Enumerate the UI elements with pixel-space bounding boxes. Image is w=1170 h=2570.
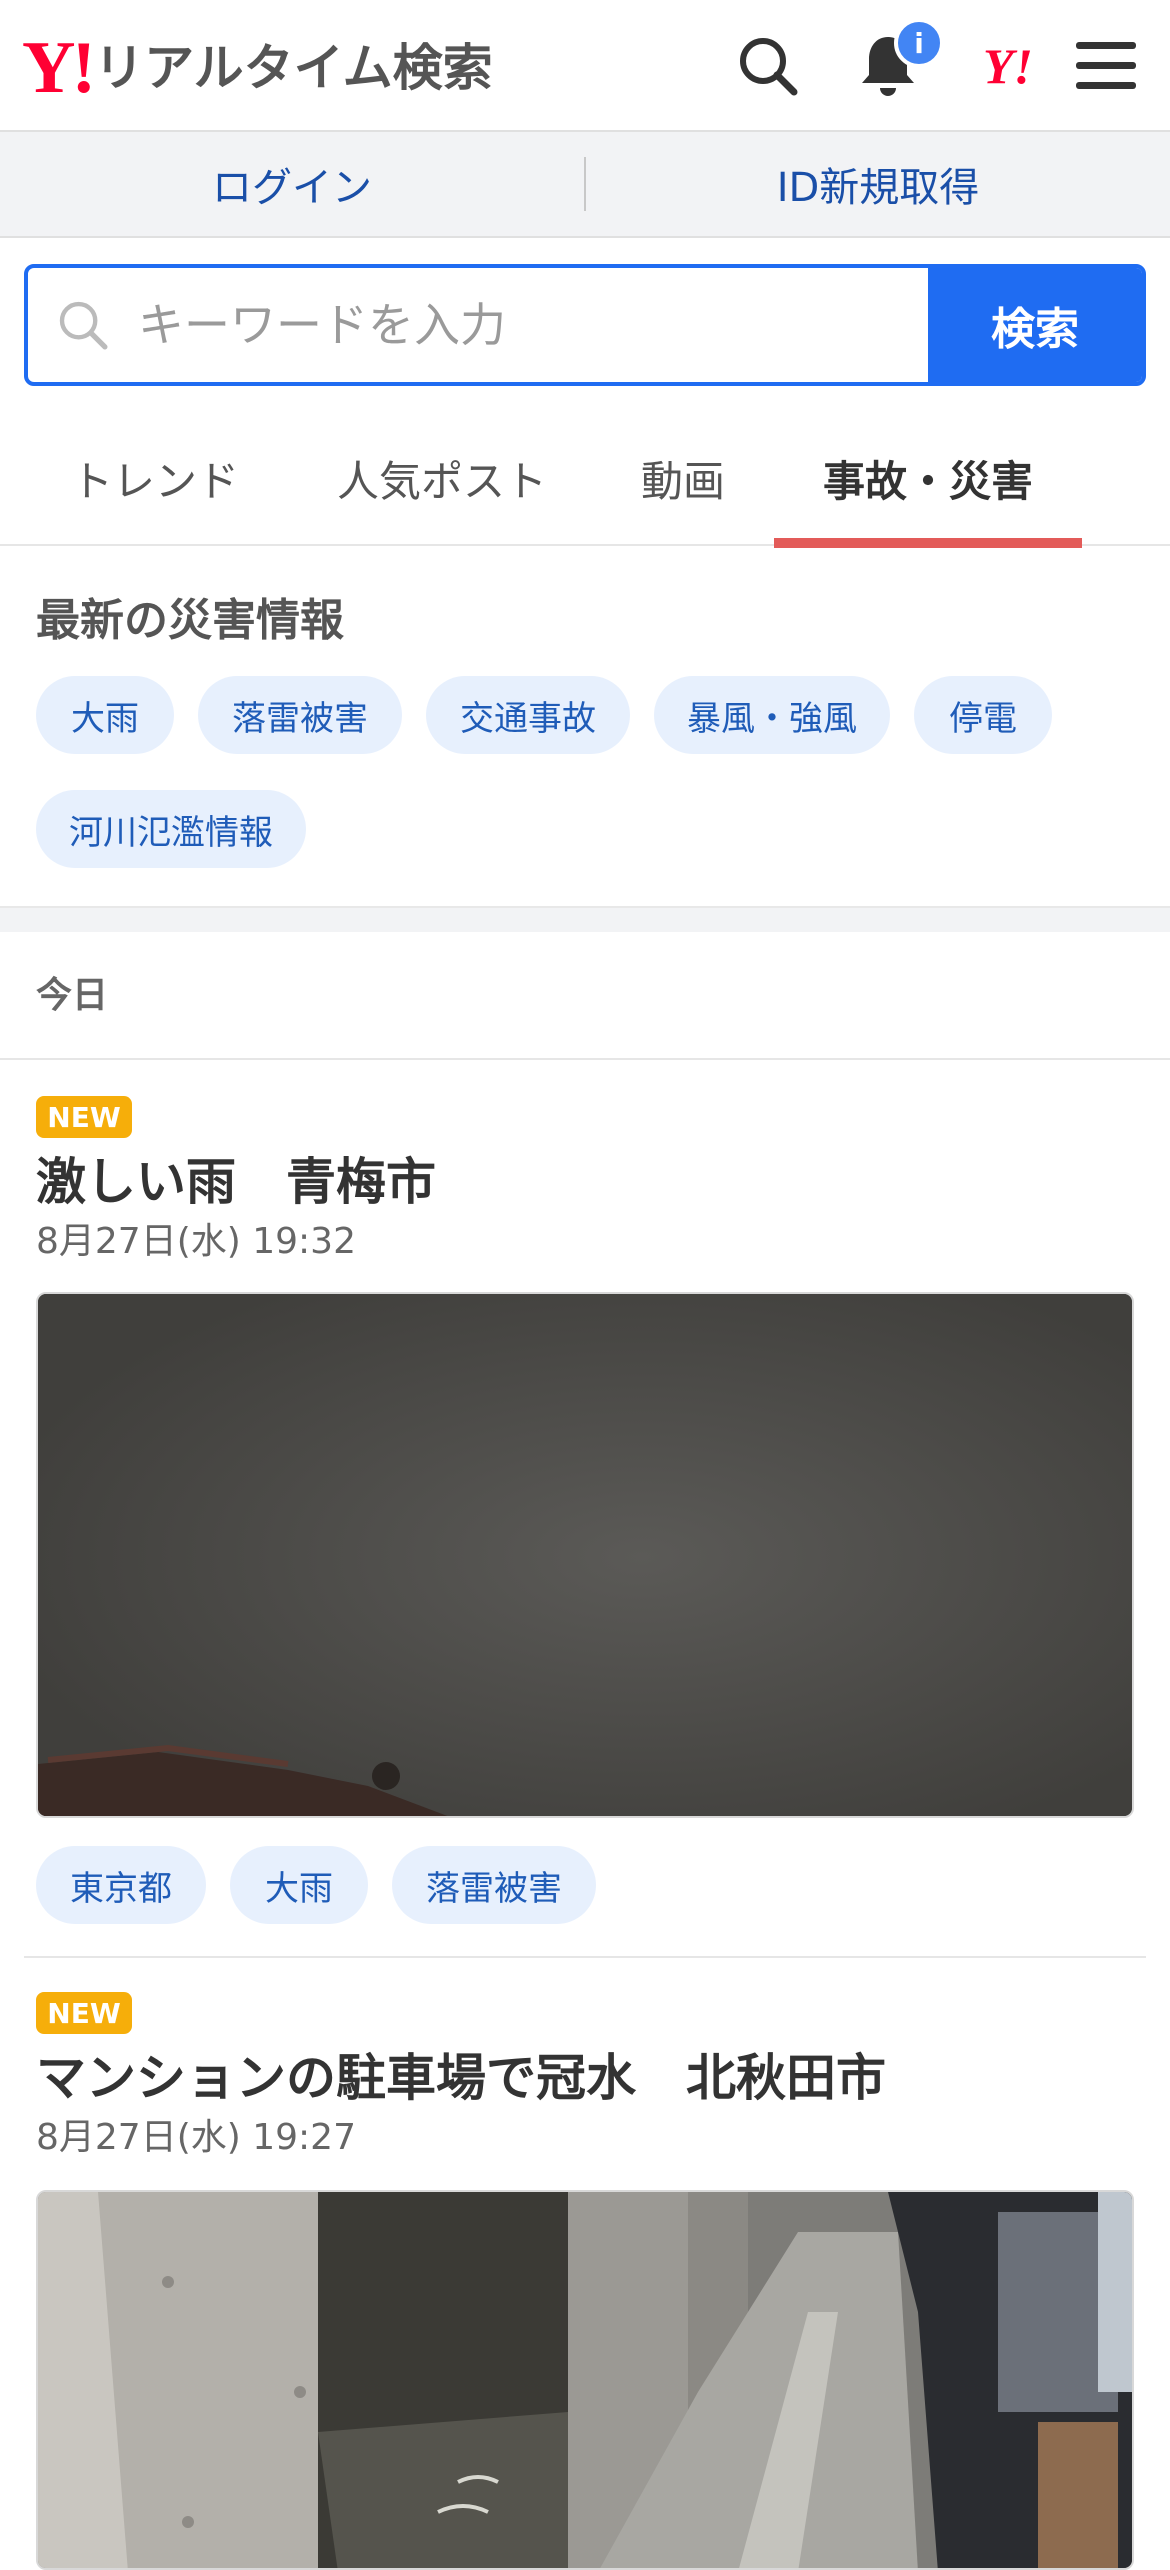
new-badge: NEW [36,1992,132,2034]
disaster-chip-heavy-rain[interactable]: 大雨 [36,676,174,754]
notification-bell-icon[interactable]: i [846,18,944,108]
day-divider [0,1058,1170,1060]
yahoo-realtime-logo[interactable]: Y! リアルタイム検索 [22,28,493,108]
post-date: 8月27日(水) 19:27 [36,2117,356,2158]
post-tag-heavy-rain[interactable]: 大雨 [230,1846,368,1924]
tab-videos[interactable]: 動画 [620,410,746,546]
disaster-chip-river-flood[interactable]: 河川氾濫情報 [36,790,306,868]
disaster-chip-lightning[interactable]: 落雷被害 [198,676,402,754]
new-badge: NEW [36,1096,132,1138]
search-button[interactable]: 検索 [928,268,1142,382]
yahoo-mini-logo: Y! [983,38,1033,94]
post-divider [24,1956,1146,1958]
notification-badge: i [894,18,944,68]
register-link[interactable]: ID新規取得 [586,155,1170,213]
disaster-chip-power-outage[interactable]: 停電 [914,676,1052,754]
search-input[interactable] [138,268,928,382]
account-bar: ログイン ID新規取得 [0,132,1170,238]
section-separator [0,906,1170,932]
tab-trend[interactable]: トレンド [50,410,260,546]
yahoo-japan-icon[interactable]: Y! [966,24,1050,108]
logo-text: リアルタイム検索 [94,39,493,97]
post-tag-tokyo[interactable]: 東京都 [36,1846,206,1924]
category-tabs: トレンド 人気ポスト 動画 事故・災害 [0,410,1170,548]
menu-icon[interactable] [1064,24,1148,108]
logo-mark: Y! [22,27,96,109]
day-heading: 今日 [36,975,109,1016]
disaster-section-title: 最新の災害情報 [36,595,344,646]
disaster-chip-storm-wind[interactable]: 暴風・強風 [654,676,890,754]
search-field-icon [28,268,138,382]
app-header: Y! リアルタイム検索 i Y! [0,0,1170,132]
post-tag-lightning[interactable]: 落雷被害 [392,1846,596,1924]
post-title[interactable]: マンションの駐車場で冠水 北秋田市 [36,2038,886,2110]
post-date: 8月27日(水) 19:32 [36,1221,356,1262]
post-title[interactable]: 激しい雨 青梅市 [36,1142,436,1214]
search-box: 検索 [24,264,1146,386]
tab-popular-posts[interactable]: 人気ポスト [316,410,568,546]
post-photo-flooded-parking[interactable] [36,2190,1134,2570]
post-photo-rain-sky[interactable] [36,1292,1134,1818]
search-icon[interactable] [726,24,810,108]
tab-accidents-disasters[interactable]: 事故・災害 [774,410,1082,548]
disaster-chip-traffic-accident[interactable]: 交通事故 [426,676,630,754]
login-link[interactable]: ログイン [0,155,584,213]
